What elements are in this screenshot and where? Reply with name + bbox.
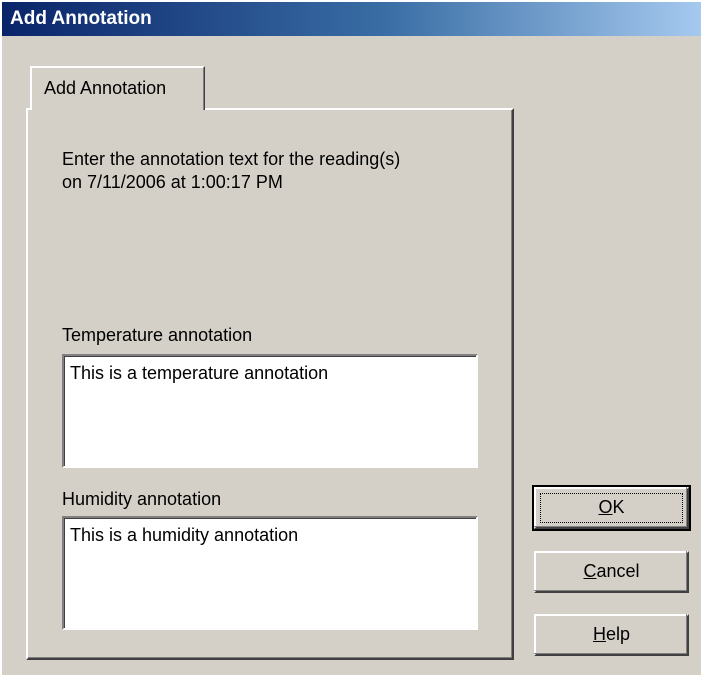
cancel-mnemonic: C bbox=[583, 561, 597, 581]
tab-label: Add Annotation bbox=[44, 78, 167, 98]
help-label-rest: elp bbox=[605, 624, 631, 644]
ok-mnemonic: O bbox=[598, 497, 613, 517]
add-annotation-dialog: Add Annotation Add Annotation Enter the … bbox=[0, 0, 701, 675]
tab-panel: Enter the annotation text for the readin… bbox=[26, 108, 514, 660]
help-button[interactable]: Help bbox=[534, 614, 689, 656]
cancel-button[interactable]: Cancel bbox=[534, 551, 689, 593]
title-bar[interactable]: Add Annotation bbox=[2, 2, 701, 36]
temperature-annotation-value: This is a temperature annotation bbox=[70, 363, 329, 383]
instruction-text: Enter the annotation text for the readin… bbox=[62, 148, 482, 194]
ok-label-rest: K bbox=[612, 497, 625, 517]
help-mnemonic: H bbox=[592, 624, 606, 644]
humidity-annotation-input[interactable]: This is a humidity annotation bbox=[61, 515, 479, 631]
humidity-label: Humidity annotation bbox=[62, 489, 222, 509]
instruction-line-2: on 7/11/2006 at 1:00:17 PM bbox=[62, 172, 283, 192]
temperature-label: Temperature annotation bbox=[62, 325, 253, 345]
tab-add-annotation[interactable]: Add Annotation bbox=[30, 66, 205, 110]
window-title: Add Annotation bbox=[10, 8, 152, 29]
ok-button[interactable]: OK bbox=[532, 485, 691, 531]
temperature-annotation-input[interactable]: This is a temperature annotation bbox=[61, 353, 479, 469]
instruction-line-1: Enter the annotation text for the readin… bbox=[62, 149, 401, 169]
humidity-annotation-value: This is a humidity annotation bbox=[70, 525, 299, 545]
cancel-label-rest: ancel bbox=[596, 561, 640, 581]
